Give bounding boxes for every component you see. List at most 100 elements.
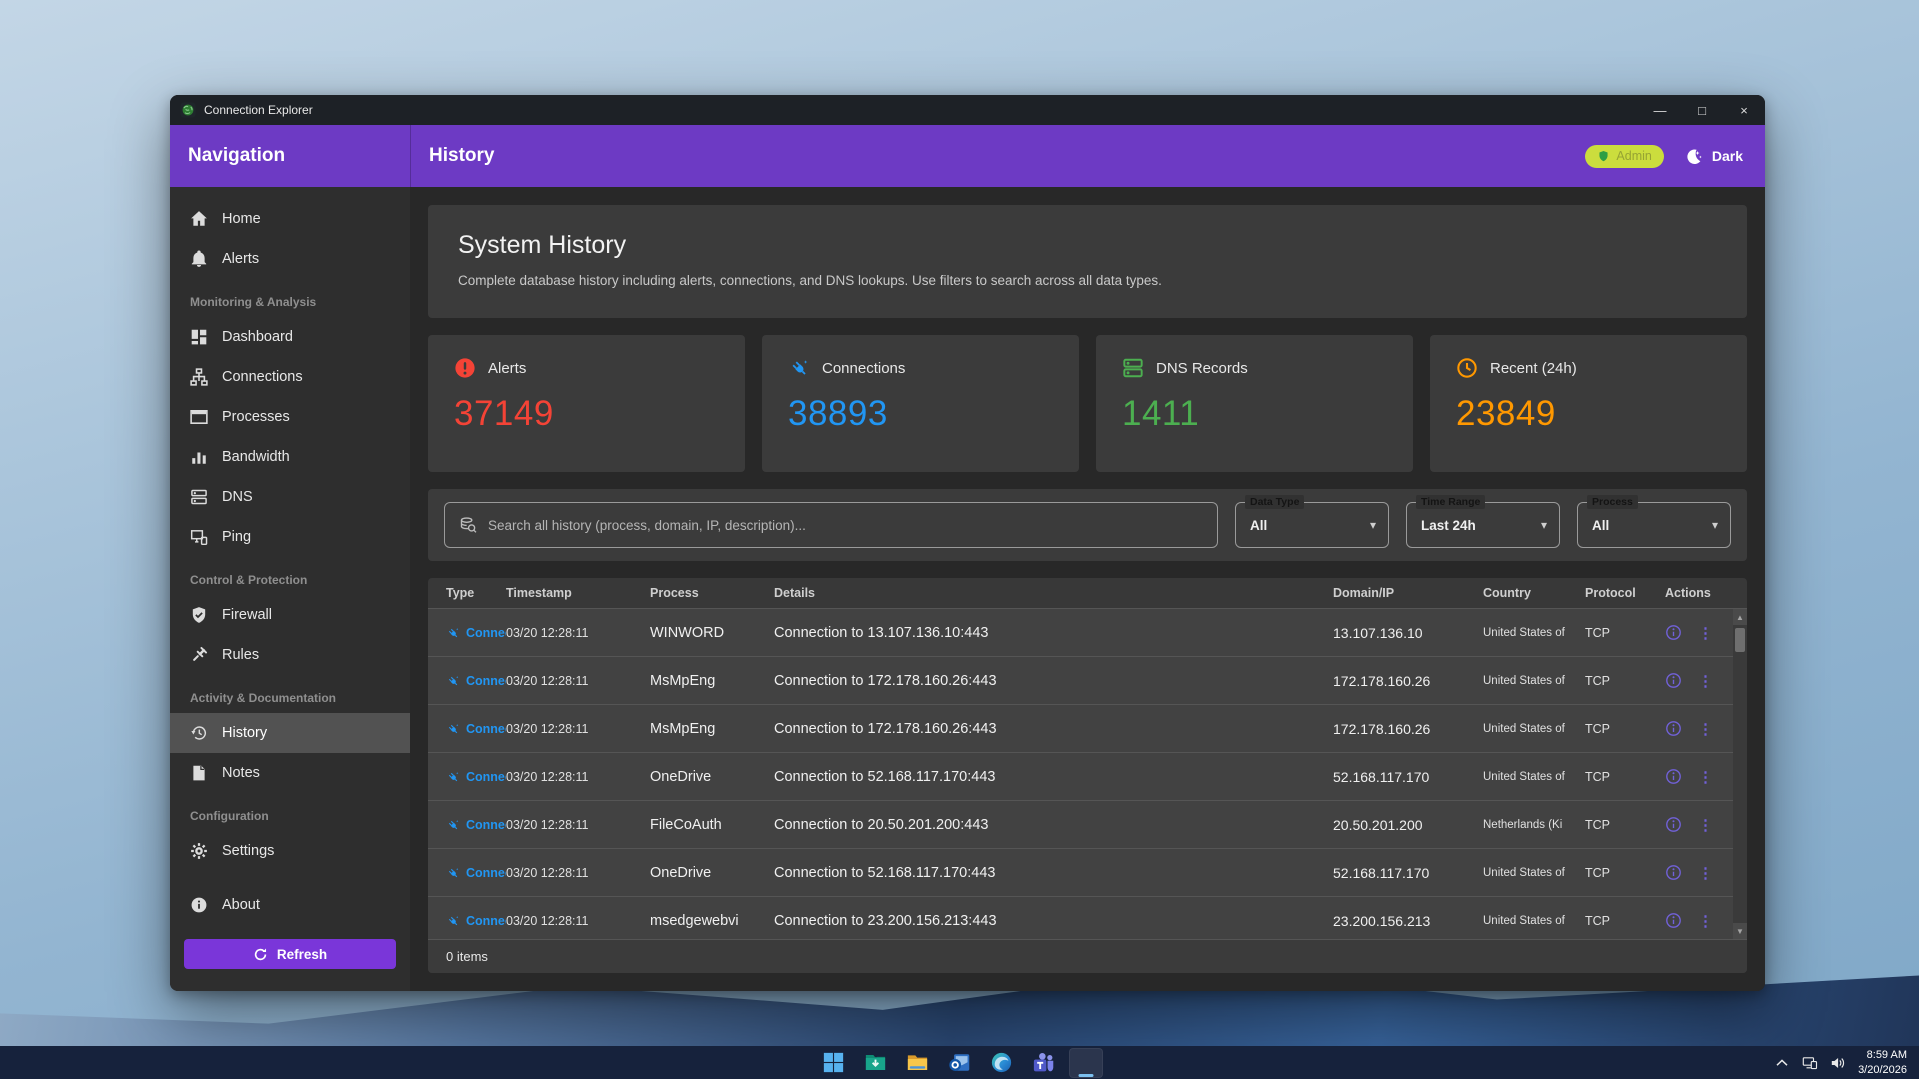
stat-card-dns-records: DNS Records 1411 bbox=[1096, 335, 1413, 472]
hero-subtitle: Complete database history including aler… bbox=[458, 273, 1162, 288]
sidebar-item-notes[interactable]: Notes bbox=[170, 753, 410, 793]
table-row[interactable]: Connec03/20 12:28:11 msedgewebvi Connectio… bbox=[428, 897, 1747, 939]
sidebar-item-label: Ping bbox=[222, 529, 252, 545]
sidebar-item-processes[interactable]: Processes bbox=[170, 397, 410, 437]
sidebar-item-bandwidth[interactable]: Bandwidth bbox=[170, 437, 410, 477]
sidebar-item-dns[interactable]: DNS bbox=[170, 477, 410, 517]
sidebar: Home Alerts Monitoring & Analysis Dashboard… bbox=[170, 187, 410, 991]
maximize-button[interactable]: □ bbox=[1681, 95, 1723, 125]
sidebar-item-dashboard[interactable]: Dashboard bbox=[170, 317, 410, 357]
row-info-button[interactable] bbox=[1665, 672, 1682, 689]
scrollbar-thumb[interactable] bbox=[1735, 628, 1745, 652]
history-icon bbox=[190, 724, 208, 742]
dns-server-icon bbox=[1122, 357, 1144, 379]
taskbar-file-explorer-icon[interactable] bbox=[901, 1048, 935, 1078]
refresh-button-label: Refresh bbox=[276, 946, 328, 962]
shield-check-icon bbox=[190, 606, 208, 624]
sidebar-item-settings[interactable]: Settings bbox=[170, 831, 410, 871]
row-more-button[interactable]: ⋮ bbox=[1698, 768, 1713, 786]
sidebar-item-alerts[interactable]: Alerts bbox=[170, 239, 410, 279]
row-more-button[interactable]: ⋮ bbox=[1698, 672, 1713, 690]
row-more-button[interactable]: ⋮ bbox=[1698, 864, 1713, 882]
search-input[interactable] bbox=[488, 517, 1203, 533]
file-explorer-icon bbox=[906, 1051, 929, 1074]
column-header-protocol[interactable]: Protocol bbox=[1585, 578, 1665, 608]
filter-select-process[interactable]: Process All ▾ bbox=[1577, 495, 1731, 548]
row-info-button[interactable] bbox=[1665, 720, 1682, 737]
sidebar-item-ping[interactable]: Ping bbox=[170, 517, 410, 557]
row-info-button[interactable] bbox=[1665, 624, 1682, 641]
column-header-details[interactable]: Details bbox=[774, 578, 1333, 608]
type-cell: Connec bbox=[428, 818, 506, 832]
taskbar-outlook-icon[interactable] bbox=[943, 1048, 977, 1078]
table-row[interactable]: Connec03/20 12:28:11 OneDrive Connection t… bbox=[428, 849, 1747, 897]
row-info-button[interactable] bbox=[1665, 816, 1682, 833]
network-status-icon[interactable] bbox=[1802, 1055, 1818, 1071]
desktop-wallpaper: Connection Explorer — □ × Navigation His… bbox=[0, 0, 1919, 1079]
taskbar-downloads-folder-icon[interactable] bbox=[859, 1048, 893, 1078]
taskbar-teams-icon[interactable] bbox=[1027, 1048, 1061, 1078]
chevron-up-icon[interactable] bbox=[1774, 1055, 1790, 1071]
sidebar-item-label: Processes bbox=[222, 409, 290, 425]
column-header-domain-ip[interactable]: Domain/IP bbox=[1333, 578, 1483, 608]
scroll-up-button[interactable]: ▲ bbox=[1733, 609, 1747, 625]
stat-card-label: Connections bbox=[822, 359, 906, 377]
row-more-button[interactable]: ⋮ bbox=[1698, 816, 1713, 834]
column-header-actions[interactable]: Actions bbox=[1665, 578, 1747, 608]
details-cell: Connection to 23.200.156.213:443 bbox=[774, 912, 997, 929]
minimize-button[interactable]: — bbox=[1639, 95, 1681, 125]
alert-circle-icon bbox=[454, 357, 476, 379]
close-button[interactable]: × bbox=[1723, 95, 1765, 125]
column-header-process[interactable]: Process bbox=[650, 578, 774, 608]
taskbar-start-icon[interactable] bbox=[817, 1048, 851, 1078]
domain-ip-cell: 23.200.156.213 bbox=[1333, 912, 1431, 929]
taskbar: 8:59 AM 3/20/2026 bbox=[0, 1046, 1919, 1079]
row-info-button[interactable] bbox=[1665, 768, 1682, 785]
clock-time: 8:59 AM bbox=[1866, 1049, 1907, 1062]
row-info-button[interactable] bbox=[1665, 912, 1682, 929]
row-more-button[interactable]: ⋮ bbox=[1698, 624, 1713, 642]
table-scrollbar[interactable]: ▲ ▼ bbox=[1733, 609, 1747, 939]
scrollbar-track[interactable] bbox=[1733, 655, 1747, 923]
filter-select-label: Data Type bbox=[1245, 495, 1305, 509]
table-row[interactable]: Connec03/20 12:28:11 OneDrive Connection t… bbox=[428, 753, 1747, 801]
scroll-down-button[interactable]: ▼ bbox=[1733, 923, 1747, 939]
table-row[interactable]: Connec03/20 12:28:11 WINWORD Connection to… bbox=[428, 609, 1747, 657]
row-more-button[interactable]: ⋮ bbox=[1698, 912, 1713, 930]
taskbar-connection-explorer-app-icon[interactable] bbox=[1068, 1047, 1103, 1078]
row-info-button[interactable] bbox=[1665, 864, 1682, 881]
timestamp-cell: 03/20 12:28:11 bbox=[506, 673, 589, 688]
column-header-timestamp[interactable]: Timestamp bbox=[506, 578, 650, 608]
plug-icon bbox=[788, 357, 810, 379]
sidebar-item-connections[interactable]: Connections bbox=[170, 357, 410, 397]
row-more-button[interactable]: ⋮ bbox=[1698, 720, 1713, 738]
header-right: Admin Dark bbox=[1585, 144, 1765, 168]
column-header-country[interactable]: Country bbox=[1483, 578, 1585, 608]
protocol-cell: TCP bbox=[1585, 721, 1610, 736]
sidebar-item-rules[interactable]: Rules bbox=[170, 635, 410, 675]
sidebar-item-about[interactable]: About bbox=[170, 885, 410, 925]
table-row[interactable]: Connec03/20 12:28:11 FileCoAuth Connection… bbox=[428, 801, 1747, 849]
process-cell: FileCoAuth bbox=[650, 816, 722, 833]
sidebar-item-home[interactable]: Home bbox=[170, 199, 410, 239]
refresh-button[interactable]: Refresh bbox=[184, 939, 396, 969]
filter-select-time-range[interactable]: Time Range Last 24h ▾ bbox=[1406, 495, 1560, 548]
taskbar-edge-icon[interactable] bbox=[985, 1048, 1019, 1078]
table-row[interactable]: Connec03/20 12:28:11 MsMpEng Connection to… bbox=[428, 705, 1747, 753]
domain-ip-cell: 52.168.117.170 bbox=[1333, 768, 1430, 785]
process-cell: OneDrive bbox=[650, 864, 712, 881]
hero-panel: System History Complete database history… bbox=[428, 205, 1747, 318]
table-row[interactable]: Connec03/20 12:28:11 MsMpEng Connection to… bbox=[428, 657, 1747, 705]
theme-toggle[interactable]: Dark bbox=[1684, 147, 1743, 166]
sidebar-item-firewall[interactable]: Firewall bbox=[170, 595, 410, 635]
filter-select-data-type[interactable]: Data Type All ▾ bbox=[1235, 495, 1389, 548]
moon-icon bbox=[1684, 147, 1703, 166]
country-cell: United States of bbox=[1483, 674, 1565, 687]
volume-icon[interactable] bbox=[1830, 1055, 1846, 1071]
timestamp-cell: 03/20 12:28:11 bbox=[506, 865, 589, 880]
domain-ip-cell: 20.50.201.200 bbox=[1333, 816, 1423, 833]
type-cell: Connec bbox=[428, 674, 506, 688]
sidebar-item-history[interactable]: History bbox=[170, 713, 410, 753]
column-header-type[interactable]: Type bbox=[428, 578, 506, 608]
taskbar-clock[interactable]: 8:59 AM 3/20/2026 bbox=[1858, 1048, 1907, 1077]
